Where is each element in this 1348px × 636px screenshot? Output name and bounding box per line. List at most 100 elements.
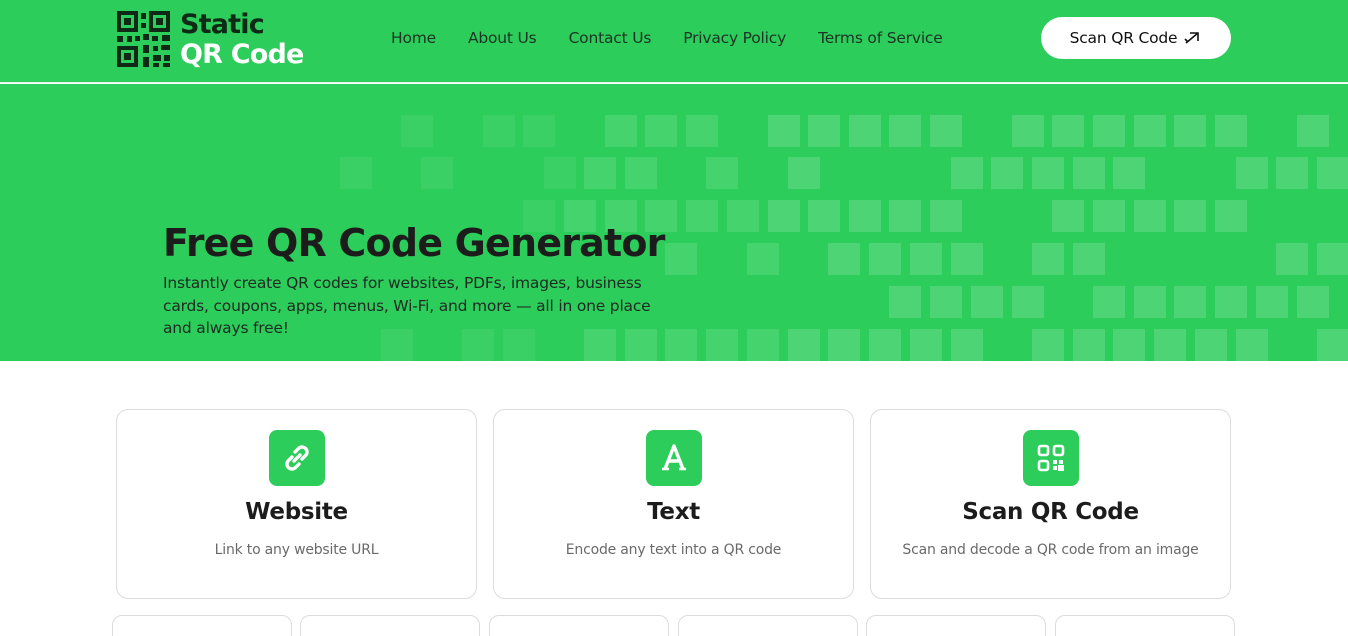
hero-pattern-block [930,115,962,147]
card-title: Text [647,499,700,525]
hero-pattern-block [808,115,840,147]
arrow-up-right-icon [1184,32,1200,44]
hero-section: Free QR Code Generator Instantly create … [0,84,1348,361]
nav-contact-us[interactable]: Contact Us [569,29,652,47]
hero-pattern-block [1256,286,1288,318]
card-title: Website [245,499,348,525]
hero-pattern-block [1012,286,1044,318]
hero-pattern-block [1174,286,1206,318]
hero-pattern-block [951,329,983,361]
hero-pattern-block [1052,115,1084,147]
hero-pattern-block [808,200,840,232]
hero-pattern-block [1113,329,1145,361]
hero-pattern-block [1134,200,1166,232]
qr-logo-icon [117,11,170,67]
hero-pattern-block [1073,157,1105,189]
hero-pattern-block [1032,243,1064,275]
hero-pattern-block [1317,157,1348,189]
hero-pattern-block [1134,115,1166,147]
card-description: Link to any website URL [214,542,379,558]
site-header: Static QR Code Home About Us Contact Us … [0,0,1348,83]
hero-pattern-block [828,329,860,361]
hero-pattern-block [1073,329,1105,361]
hero-pattern-block [544,157,576,189]
nav-terms-of-service[interactable]: Terms of Service [818,29,943,47]
hero-pattern-block [686,115,718,147]
card-text[interactable]: Text Encode any text into a QR code [493,409,854,599]
hero-pattern-block [869,243,901,275]
hero-pattern-block [910,329,942,361]
hero-pattern-block [849,200,881,232]
hero-pattern-block [910,243,942,275]
hero-subtitle: Instantly create QR codes for websites, … [163,274,651,337]
hero-pattern-block [645,115,677,147]
hero-pattern-block [951,157,983,189]
card-partial[interactable] [678,615,858,636]
hero-pattern-block [706,329,738,361]
hero-pattern-block [991,157,1023,189]
hero-pattern-block [1317,243,1348,275]
hero-pattern-block [1215,200,1247,232]
hero-pattern-block [340,157,372,189]
nav-home[interactable]: Home [391,29,436,47]
hero-pattern-block [665,243,697,275]
hero-pattern-block [849,115,881,147]
main-nav: Home About Us Contact Us Privacy Policy … [391,29,975,47]
hero-pattern-block [483,115,515,147]
text-icon [645,430,702,486]
card-partial[interactable] [300,615,480,636]
hero-pattern-block [768,200,800,232]
hero-pattern-block [1317,329,1348,361]
hero-pattern-block [1215,115,1247,147]
hero-pattern-block [768,115,800,147]
hero-pattern-block [930,286,962,318]
qr-scan-icon [1022,430,1079,486]
card-partial[interactable] [866,615,1046,636]
card-scan-qr-code[interactable]: Scan QR Code Scan and decode a QR code f… [870,409,1231,599]
hero-pattern-block [1195,329,1227,361]
hero-pattern-block [1276,243,1308,275]
hero-pattern-block [1236,157,1268,189]
logo-wordmark: Static QR Code [180,10,304,70]
hero-title: Free QR Code Generator [163,221,665,265]
card-partial[interactable] [112,615,292,636]
hero-pattern-block [727,200,759,232]
nav-about-us[interactable]: About Us [468,29,537,47]
hero-pattern-block [930,200,962,232]
hero-pattern-block [706,157,738,189]
card-partial[interactable] [489,615,669,636]
hero-pattern-block [788,157,820,189]
hero-pattern-block [889,115,921,147]
hero-pattern-block [889,286,921,318]
hero-pattern-block [1093,115,1125,147]
hero-pattern-block [1154,329,1186,361]
card-description: Encode any text into a QR code [565,542,782,558]
scan-qr-code-button-label: Scan QR Code [1069,29,1178,47]
hero-pattern-block [747,243,779,275]
hero-pattern-block [1113,157,1145,189]
hero-pattern-block [951,243,983,275]
hero-pattern-block [605,115,637,147]
logo-line-1: Static [180,9,265,40]
scan-qr-code-button[interactable]: Scan QR Code [1041,17,1231,59]
hero-pattern-block [1052,200,1084,232]
hero-pattern-block [1012,115,1044,147]
hero-pattern-block [1297,286,1329,318]
nav-privacy-policy[interactable]: Privacy Policy [683,29,786,47]
card-website[interactable]: Website Link to any website URL [116,409,477,599]
hero-pattern-block [1093,200,1125,232]
hero-pattern-block [1236,329,1268,361]
hero-pattern-block [1297,115,1329,147]
hero-pattern-block [788,329,820,361]
hero-pattern-block [747,329,779,361]
card-partial[interactable] [1055,615,1235,636]
hero-pattern-block [686,200,718,232]
hero-pattern-block [828,243,860,275]
hero-pattern-block [1174,200,1206,232]
hero-pattern-block [1032,157,1064,189]
card-description: Scan and decode a QR code from an image [902,542,1199,558]
hero-pattern-block [1134,286,1166,318]
site-logo[interactable]: Static QR Code [117,10,304,70]
hero-pattern-block [1215,286,1247,318]
hero-pattern-block [889,200,921,232]
